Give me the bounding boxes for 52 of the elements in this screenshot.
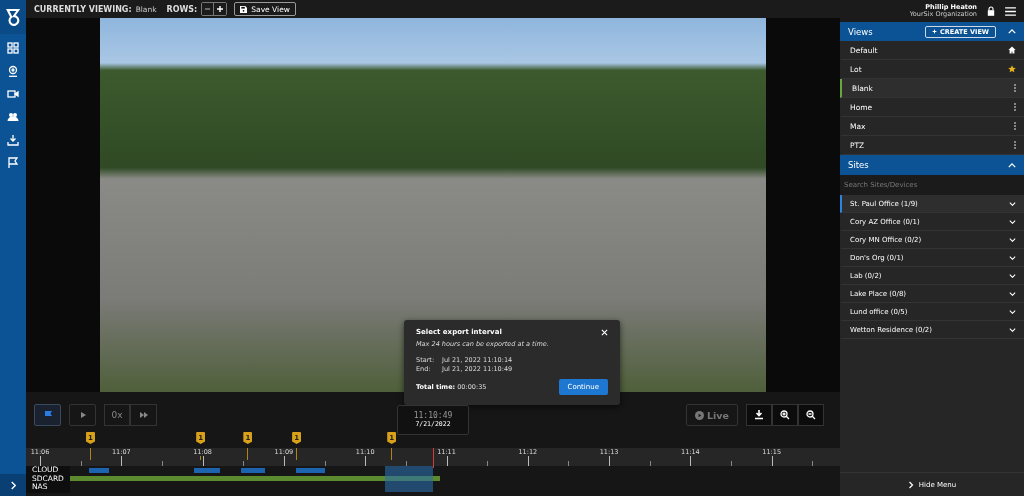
chevron-down-icon[interactable] [1009, 291, 1016, 296]
home-icon [1008, 46, 1016, 54]
play-circle-icon [695, 410, 704, 420]
chevron-up-icon[interactable] [1008, 162, 1016, 168]
zoom-out-icon [806, 410, 816, 420]
cloud-recording-bar [193, 468, 220, 473]
chevron-down-icon[interactable] [1009, 255, 1016, 260]
grid-icon[interactable] [7, 42, 19, 54]
location-pin-icon[interactable] [7, 65, 19, 77]
views-title: Views [848, 26, 873, 37]
star-icon[interactable] [1008, 65, 1016, 73]
chevron-down-icon[interactable] [1009, 273, 1016, 278]
close-icon[interactable] [601, 328, 608, 336]
viewing-label: CURRENTLY VIEWING: [34, 4, 132, 14]
lock-icon[interactable] [987, 6, 995, 16]
menu-icon[interactable] [1005, 6, 1016, 16]
video-camera-icon[interactable] [7, 88, 19, 100]
flag-icon[interactable] [7, 157, 19, 169]
chevron-down-icon[interactable] [1009, 201, 1016, 206]
zoom-in-icon [780, 410, 790, 420]
chevron-down-icon[interactable] [1009, 237, 1016, 242]
cloud-recording-bar [296, 468, 325, 473]
flag-button[interactable] [34, 404, 61, 426]
playhead-line[interactable] [432, 448, 434, 468]
fast-forward-icon [138, 410, 149, 420]
remove-row-button[interactable] [202, 3, 215, 15]
sites-title: Sites [848, 160, 869, 170]
rows-label: ROWS: [166, 4, 198, 14]
zoom-out-button[interactable] [798, 404, 824, 426]
cloud-recording-bar [88, 468, 110, 473]
chevron-right-icon[interactable] [9, 480, 17, 490]
sites-header[interactable]: Sites [840, 155, 1024, 175]
users-icon[interactable] [7, 111, 19, 123]
download-icon [754, 410, 764, 420]
speed-button[interactable]: 0x [104, 404, 130, 426]
clock-time: 11:10:49 [413, 411, 453, 420]
chevron-down-icon[interactable] [1009, 219, 1016, 224]
chevron-up-icon[interactable] [1008, 29, 1016, 34]
download-button[interactable] [746, 404, 772, 426]
zoom-in-button[interactable] [772, 404, 798, 426]
chevron-down-icon[interactable] [1009, 327, 1016, 332]
plus-icon [216, 5, 225, 13]
play-button[interactable] [69, 404, 96, 426]
chevron-down-icon[interactable] [1009, 309, 1016, 314]
add-row-button[interactable] [214, 3, 227, 15]
chevron-right-icon [907, 480, 914, 489]
fast-forward-button[interactable] [130, 404, 157, 426]
plus-icon [932, 29, 938, 34]
logo-icon [6, 8, 20, 26]
cloud-recording-bar [240, 468, 266, 473]
minus-icon [204, 5, 212, 13]
download-icon[interactable] [7, 134, 19, 146]
